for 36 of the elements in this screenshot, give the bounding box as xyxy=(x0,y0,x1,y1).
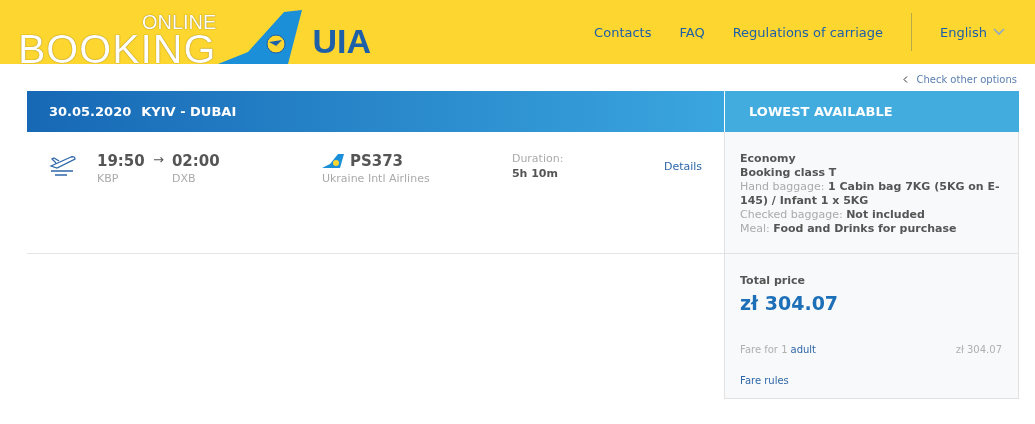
adult-link[interactable]: adult xyxy=(790,344,817,355)
departure-time: 19:50 xyxy=(97,152,145,170)
language-selector[interactable]: English xyxy=(940,24,1005,40)
duration-value: 5h 10m xyxy=(511,167,559,181)
arrival-time: 02:00 xyxy=(171,152,221,170)
airport-code: DXB xyxy=(171,172,197,185)
chevron-left-icon xyxy=(903,76,909,83)
tail-logo-icon xyxy=(321,154,344,168)
chevron-down-icon xyxy=(993,28,1005,36)
brand-name: UIA xyxy=(312,21,371,61)
fare-condition: Checked baggage: Not included xyxy=(740,208,926,222)
plane-takeoff-icon xyxy=(49,154,77,176)
total-price: zł 304.07 xyxy=(740,292,840,314)
fare-title: LOWEST AVAILABLE xyxy=(749,104,893,119)
logo-text: ONLINE xyxy=(141,12,217,32)
logo-text: BOOKING xyxy=(18,29,217,70)
airline-name: Ukraine Intl Airlines xyxy=(321,172,431,185)
duration-label: Duration: xyxy=(511,152,565,165)
nav-link[interactable]: Contacts xyxy=(594,24,652,40)
fare-amount: zł 304.07 xyxy=(955,344,1002,355)
nav-link[interactable]: Regulations of carriage xyxy=(732,24,884,40)
total-price-label: Total price xyxy=(740,274,806,288)
fare-condition: Meal: Food and Drinks for purchase xyxy=(740,222,958,236)
fare-for-text: Fare for 1 xyxy=(740,344,788,355)
details-link[interactable]: Details xyxy=(663,160,703,173)
nav-link[interactable]: FAQ xyxy=(679,24,705,40)
route-text: KYIV - DUBAI xyxy=(141,104,237,119)
arrow-text: → xyxy=(153,152,164,167)
cabin-class: Economy xyxy=(740,152,797,166)
booking-class: Booking class T xyxy=(740,166,838,180)
fare-rules-link[interactable]: Fare rules xyxy=(740,375,1002,386)
fare-condition: Hand baggage: 1 Cabin bag 7KG (5KG on E-145) / Infant 1 x 5KG xyxy=(740,180,1001,208)
flight-number: PS373 xyxy=(349,152,403,170)
flight-date: 30.05.2020 xyxy=(49,104,132,119)
check-other-options-link[interactable]: Check other options xyxy=(903,74,1017,85)
airport-code: KBP xyxy=(97,172,120,185)
